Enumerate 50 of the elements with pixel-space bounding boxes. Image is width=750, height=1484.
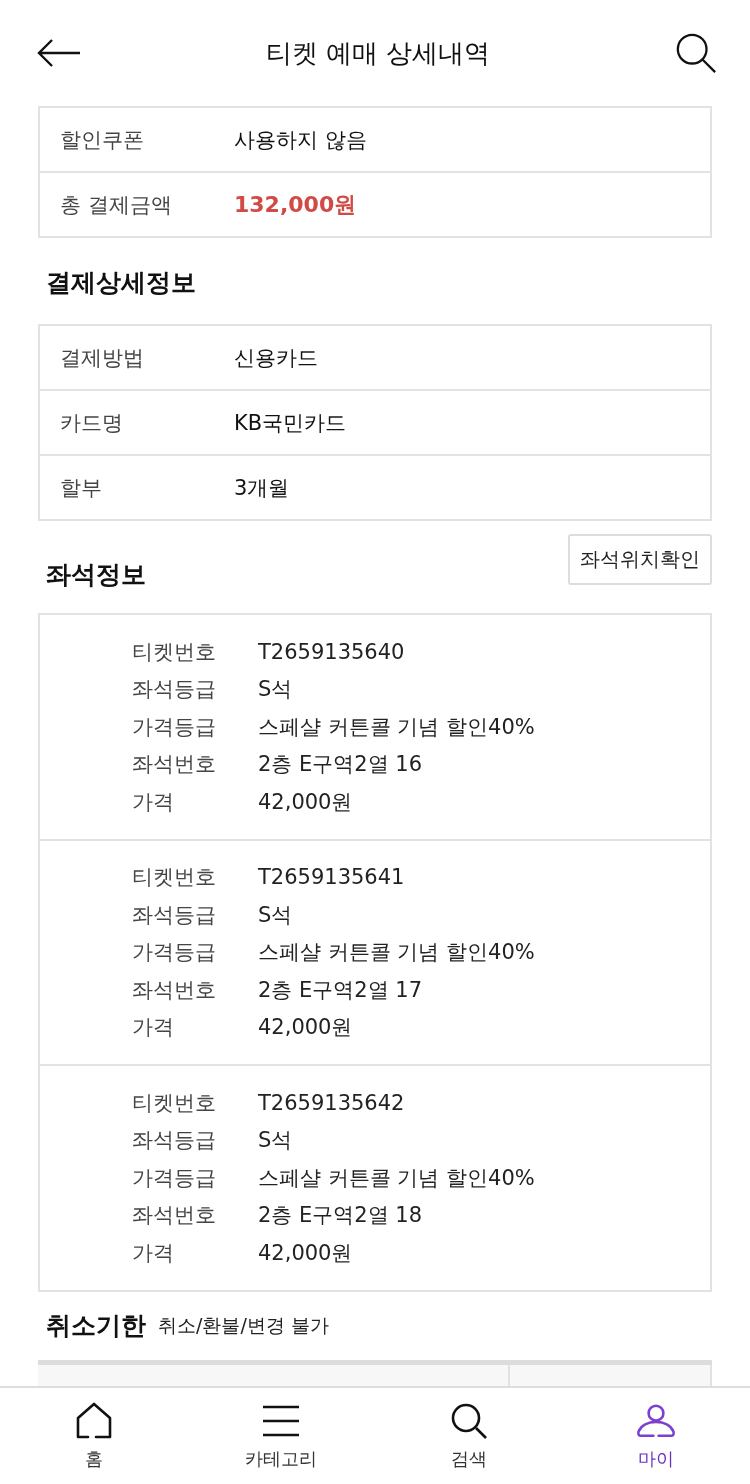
field-value: S석 <box>258 1127 293 1155</box>
field-label: 가격등급 <box>132 939 217 967</box>
nav-tab[interactable]: 홈 <box>0 1388 188 1484</box>
section-title: 좌석정보 <box>46 558 146 591</box>
field-value: S석 <box>258 901 293 929</box>
cancel-note: 취소/환불/변경 불가 <box>158 1312 329 1338</box>
field-label: 티켓번호 <box>132 638 217 666</box>
field-value: 42,000원 <box>258 788 353 816</box>
row-value: 132,000원 <box>234 190 357 219</box>
field-value: T2659135641 <box>258 865 405 890</box>
field-label: 좌석등급 <box>132 901 217 929</box>
field-value: 스페샬 커튼콜 기념 할인40% <box>258 713 535 741</box>
row-label: 카드명 <box>60 409 124 437</box>
field-value: T2659135640 <box>258 639 405 664</box>
row-label: 할부 <box>60 474 103 502</box>
section-title: 취소기한 <box>46 1310 146 1342</box>
field-label: 티켓번호 <box>132 864 217 892</box>
field-label: 가격 <box>132 1239 175 1267</box>
field-label: 가격등급 <box>132 713 217 741</box>
row-value: 신용카드 <box>234 344 318 372</box>
field-label: 좌석등급 <box>132 1127 217 1155</box>
nav-tab[interactable]: 마이 <box>562 1388 750 1484</box>
section-title: 결제상세정보 <box>46 266 196 299</box>
field-label: 좌석번호 <box>132 751 217 779</box>
field-label: 가격등급 <box>132 1164 217 1192</box>
field-value: 2층 E구역2열 16 <box>258 751 423 779</box>
field-value: 2층 E구역2열 18 <box>258 1202 423 1230</box>
row-value: 사용하지 않음 <box>234 126 367 154</box>
field-label: 좌석번호 <box>132 976 217 1004</box>
nav-tab[interactable]: 검색 <box>375 1388 563 1484</box>
field-value: 스페샬 커튼콜 기념 할인40% <box>258 939 535 967</box>
field-value: S석 <box>258 676 293 704</box>
page-title: 티켓 예매 상세내역 <box>265 36 491 70</box>
field-label: 가격 <box>132 788 175 816</box>
row-value: 3개월 <box>234 474 290 502</box>
field-label: 가격 <box>132 1014 175 1042</box>
field-label: 좌석등급 <box>132 676 217 704</box>
row-label: 결제방법 <box>60 344 145 372</box>
field-value: T2659135642 <box>258 1090 405 1115</box>
field-label: 티켓번호 <box>132 1089 217 1117</box>
field-value: 42,000원 <box>258 1239 353 1267</box>
field-label: 좌석번호 <box>132 1202 217 1230</box>
nav-tab[interactable]: 카테고리 <box>187 1388 375 1484</box>
row-label: 할인쿠폰 <box>60 126 145 154</box>
field-value: 42,000원 <box>258 1014 353 1042</box>
seat-location-button[interactable]: 좌석위치확인 <box>568 533 712 585</box>
field-value: 스페샬 커튼콜 기념 할인40% <box>258 1164 535 1192</box>
field-value: 2층 E구역2열 17 <box>258 976 423 1004</box>
row-label: 총 결제금액 <box>60 191 173 219</box>
row-value: KB국민카드 <box>234 409 347 437</box>
